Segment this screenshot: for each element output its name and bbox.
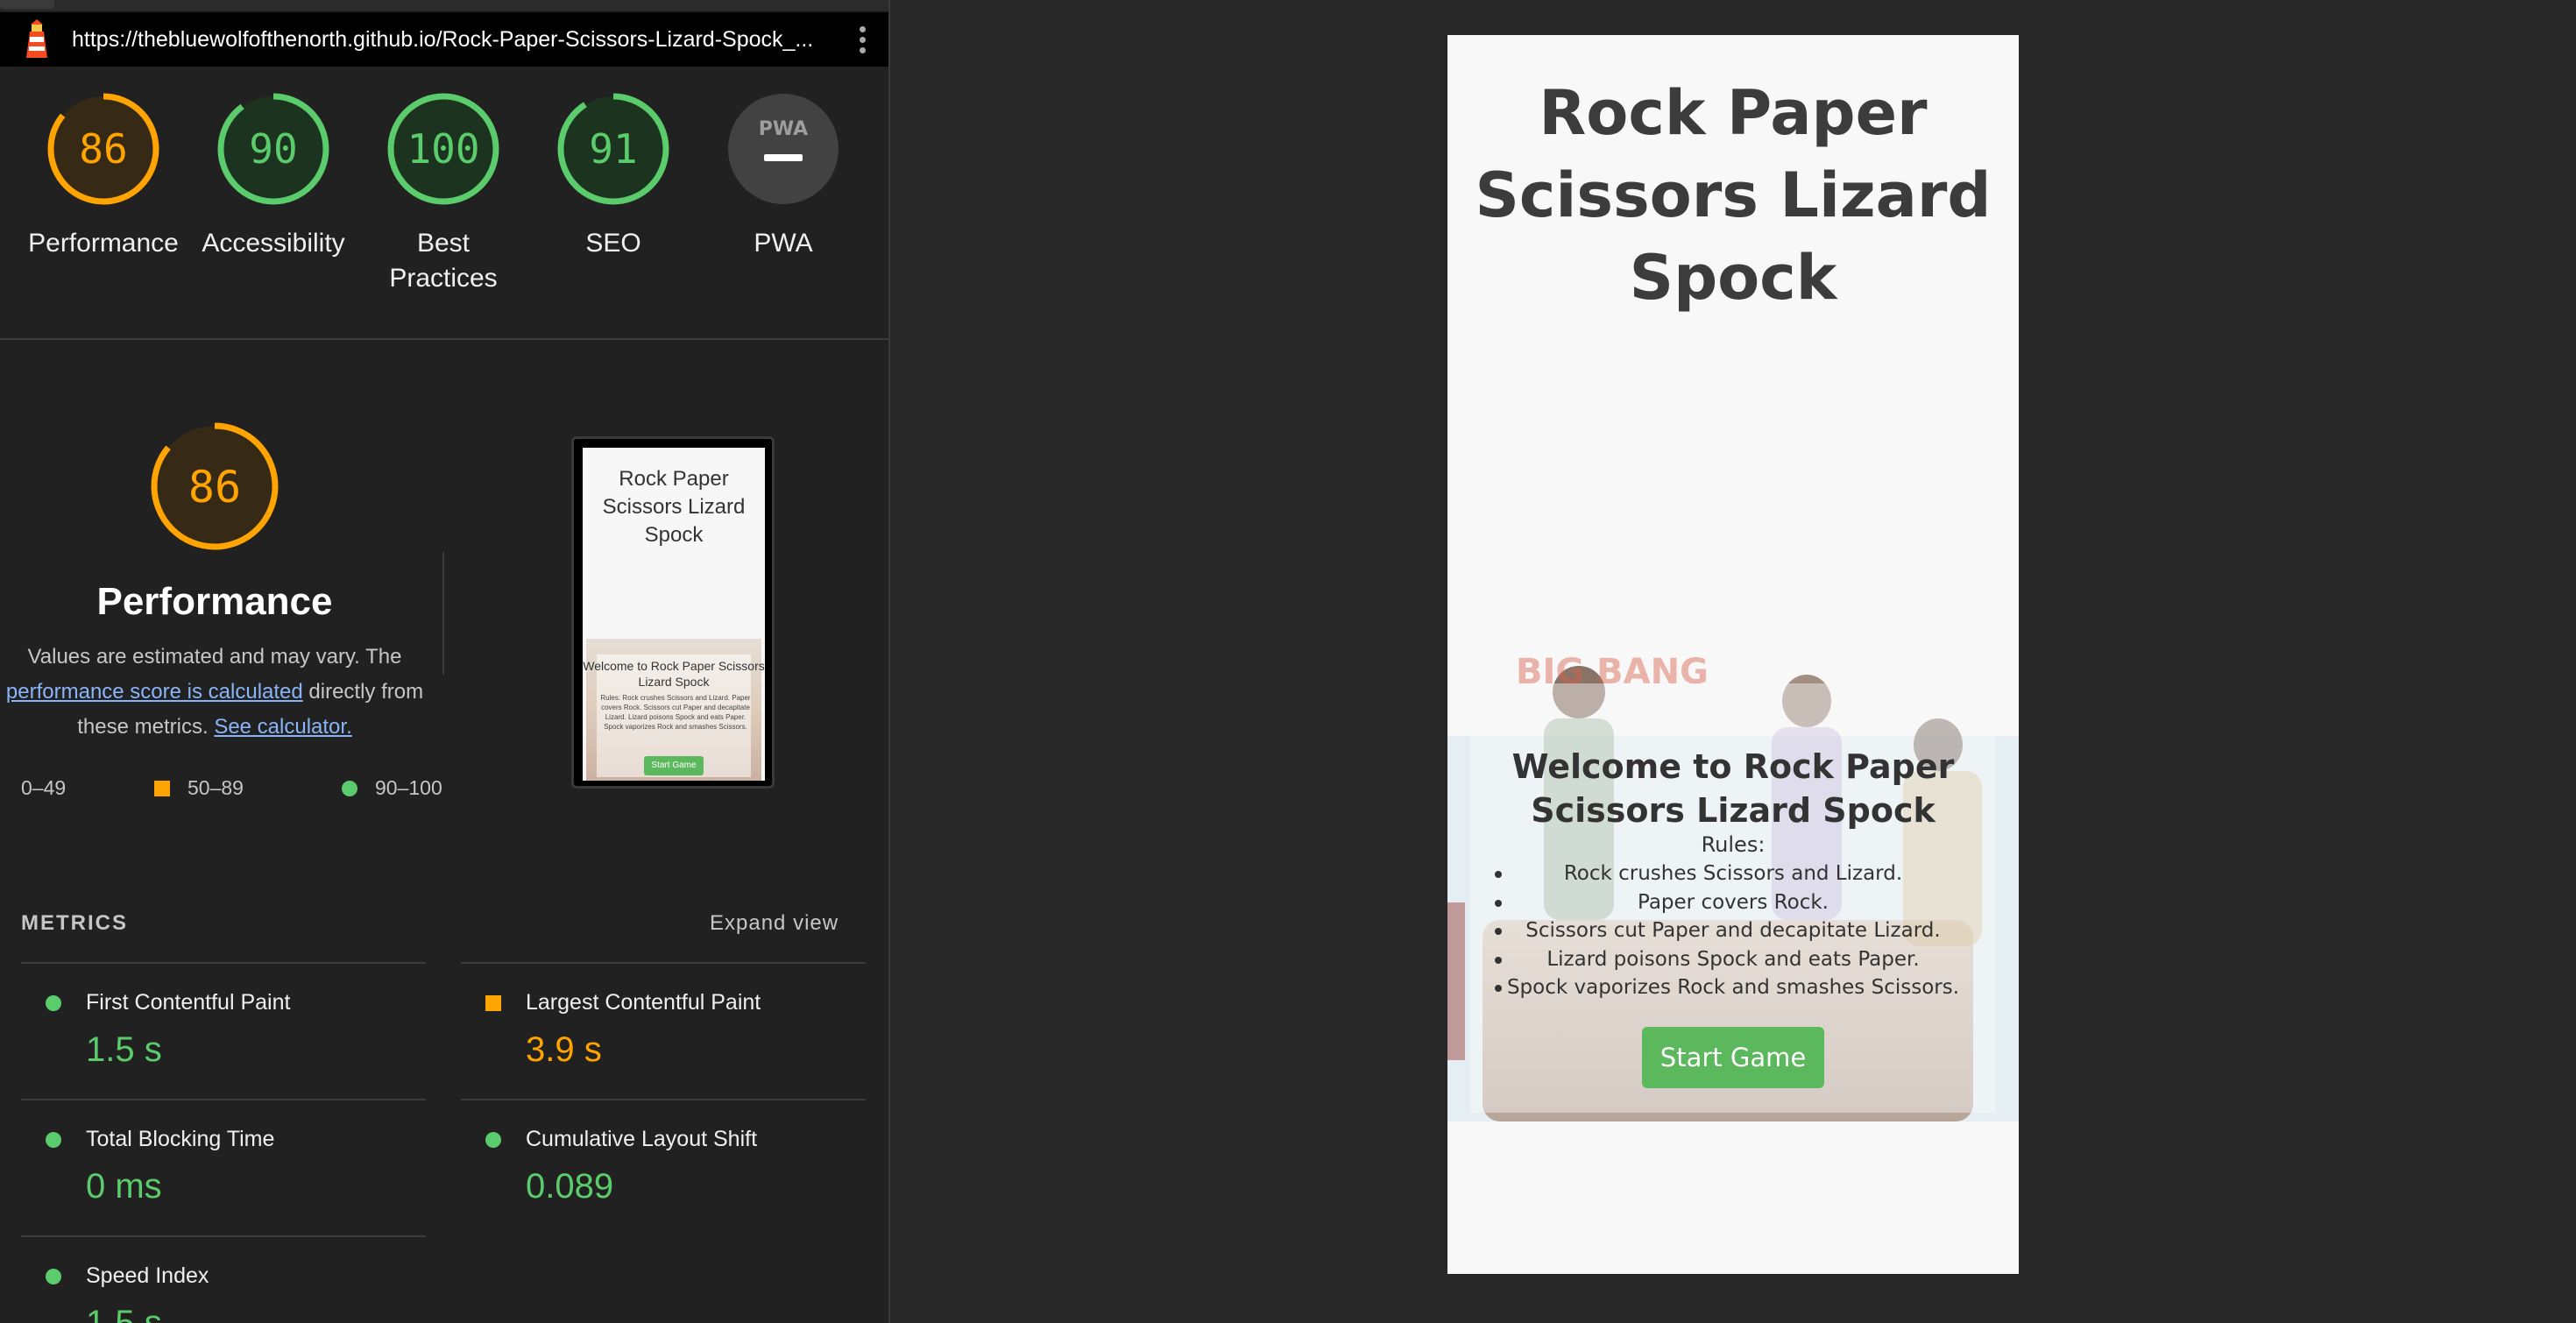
- circle-icon: [485, 1132, 501, 1148]
- legend-average: 50–89: [154, 776, 244, 800]
- lighthouse-panel: https://thebluewolfofthenorth.github.io/…: [0, 0, 890, 1323]
- metric-fcp: First Contentful Paint 1.5 s: [21, 962, 426, 1099]
- thumbnail-start-button: Start Game: [644, 756, 704, 775]
- metric-value: 0.089: [526, 1167, 614, 1206]
- metric-name: Cumulative Layout Shift: [526, 1127, 758, 1151]
- square-icon: [154, 781, 170, 796]
- gauge-score: 100: [407, 125, 479, 173]
- performance-gauge-large: 86: [151, 422, 279, 550]
- circle-icon: [46, 1269, 61, 1284]
- legend-fail: 0–49: [21, 776, 66, 800]
- gauge-accessibility[interactable]: 90 Accessibility: [186, 91, 361, 261]
- metrics-heading: METRICS: [21, 911, 128, 935]
- desc-text: directly from: [308, 680, 424, 704]
- rules-list: Rock crushes Scissors and Lizard. Paper …: [1488, 860, 1978, 1002]
- list-item: Lizard poisons Spock and eats Paper.: [1488, 945, 1978, 974]
- gauge-pwa[interactable]: PWA PWA: [696, 91, 871, 261]
- gauge-label: Best Practices: [389, 229, 498, 293]
- welcome-section: BIG BANG Welcome to Rock Paper Scissors …: [1447, 640, 2019, 1132]
- thumbnail-screen: Rock Paper Scissors Lizard Spock Welcome…: [583, 448, 765, 781]
- report-url-bar: https://thebluewolfofthenorth.github.io/…: [0, 12, 888, 67]
- pwa-badge-text: PWA: [759, 118, 808, 140]
- performance-heading: Performance: [96, 580, 333, 623]
- gauge-best-practices[interactable]: 100 Best Practices: [356, 91, 531, 296]
- circle-icon: [342, 781, 357, 796]
- metric-name: First Contentful Paint: [86, 990, 291, 1015]
- performance-score-large: 86: [188, 462, 241, 513]
- list-item: Paper covers Rock.: [1488, 888, 1978, 917]
- thumbnail-rules: Rules: Rock crushes Scissors and Lizard.…: [600, 694, 751, 731]
- metric-value: 3.9 s: [526, 1030, 602, 1069]
- gauge-score: 91: [589, 125, 637, 173]
- metric-name: Largest Contentful Paint: [526, 990, 761, 1015]
- metric-value: 0 ms: [86, 1167, 162, 1206]
- performance-description: Values are estimated and may vary. The p…: [0, 640, 429, 745]
- legend-pass: 90–100: [342, 776, 442, 800]
- rules-label: Rules:: [1701, 832, 1766, 857]
- devtools-tab[interactable]: [0, 0, 54, 9]
- final-screenshot-thumbnail[interactable]: Rock Paper Scissors Lizard Spock Welcome…: [571, 436, 775, 789]
- gauge-score: 90: [249, 125, 297, 173]
- pwa-badge-icon: PWA: [728, 94, 839, 204]
- circle-icon: [46, 995, 61, 1011]
- legend-range: 0–49: [21, 776, 67, 799]
- report-url: https://thebluewolfofthenorth.github.io/…: [72, 26, 814, 52]
- gauge-label: Accessibility: [202, 229, 345, 258]
- desc-text: these metrics.: [77, 715, 209, 739]
- list-item: Rock crushes Scissors and Lizard.: [1488, 860, 1978, 888]
- metric-speed-index: Speed Index 1.5 s: [21, 1235, 426, 1323]
- page-title: Rock Paper Scissors Lizard Spock: [1475, 77, 1992, 314]
- legend-range: 50–89: [188, 776, 244, 799]
- gauge-label: Performance: [28, 229, 179, 258]
- square-icon: [485, 995, 501, 1011]
- expand-view-toggle[interactable]: Expand view: [710, 911, 839, 936]
- list-item: Scissors cut Paper and decapitate Lizard…: [1488, 916, 1978, 945]
- score-legend: 0–49 50–89 90–100: [21, 776, 477, 803]
- start-game-button[interactable]: Start Game: [1642, 1027, 1824, 1088]
- gauge-score: 86: [79, 125, 127, 173]
- lighthouse-logo-icon: [26, 19, 47, 58]
- device-emulation-area: Rock Paper Scissors Lizard Spock BIG BAN…: [892, 0, 2576, 1323]
- vertical-divider: [442, 552, 444, 675]
- metric-value: 1.5 s: [86, 1030, 162, 1069]
- gauge-seo[interactable]: 91 SEO: [526, 91, 701, 261]
- thumbnail-title: Rock Paper Scissors Lizard Spock: [602, 467, 746, 547]
- devtools-tab-strip: [0, 0, 888, 11]
- legend-range: 90–100: [375, 776, 442, 799]
- list-item: Spock vaporizes Rock and smashes Scissor…: [1488, 973, 1978, 1002]
- metric-cls: Cumulative Layout Shift 0.089: [461, 1099, 866, 1235]
- gauge-ring-performance: 86: [47, 93, 159, 205]
- circle-icon: [46, 1132, 61, 1148]
- gauge-label: SEO: [585, 229, 641, 258]
- score-gauges: 86 Performance 90 Accessibility 100 Best…: [0, 91, 888, 336]
- metric-value: 1.5 s: [86, 1304, 162, 1323]
- gauge-label: PWA: [754, 229, 813, 258]
- gauge-ring-seo: 91: [557, 93, 669, 205]
- desc-text: Values are estimated and may vary. The: [27, 645, 402, 669]
- thumbnail-welcome: Welcome to Rock Paper Scissors Lizard Sp…: [583, 659, 765, 689]
- more-options-icon[interactable]: [845, 22, 880, 58]
- score-calculation-link[interactable]: performance score is calculated: [6, 680, 303, 704]
- metric-tbt: Total Blocking Time 0 ms: [21, 1099, 426, 1235]
- metric-name: Speed Index: [86, 1263, 209, 1288]
- section-divider: [0, 338, 888, 340]
- see-calculator-link[interactable]: See calculator.: [214, 715, 351, 739]
- emulated-page: Rock Paper Scissors Lizard Spock BIG BAN…: [1447, 35, 2019, 1274]
- metric-name: Total Blocking Time: [86, 1127, 275, 1151]
- gauge-ring-best-practices: 100: [387, 93, 499, 205]
- gauge-ring-accessibility: 90: [217, 93, 329, 205]
- welcome-heading: Welcome to Rock Paper Scissors Lizard Sp…: [1511, 747, 1955, 830]
- gauge-performance[interactable]: 86 Performance: [16, 91, 191, 261]
- metric-lcp: Largest Contentful Paint 3.9 s: [461, 962, 866, 1099]
